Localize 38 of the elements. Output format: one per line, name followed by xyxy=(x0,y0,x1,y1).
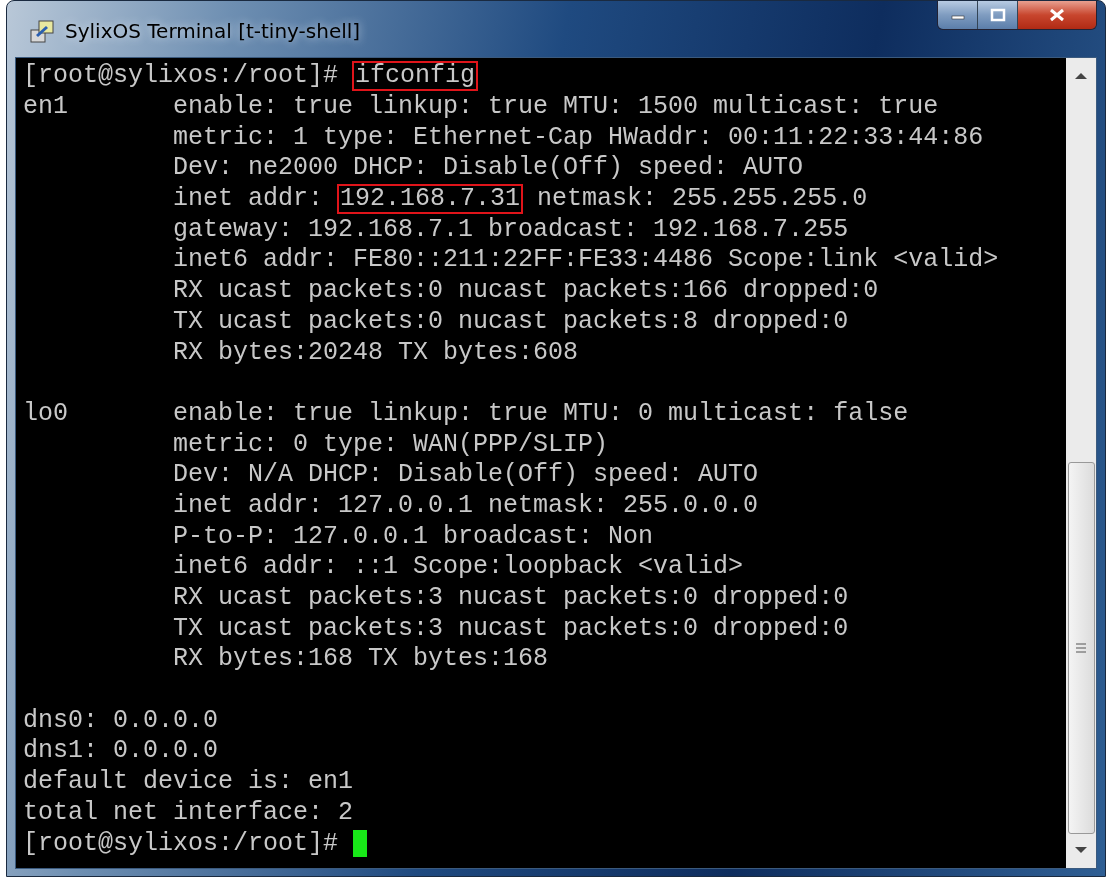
terminal-text: [root@sylixos:/root]# xyxy=(23,829,340,858)
maximize-icon xyxy=(989,8,1006,22)
terminal-text: [root@sylixos:/root]# xyxy=(23,62,340,91)
highlighted-text: ifconfig xyxy=(353,62,478,91)
terminal-text: inet6 addr: ::1 Scope:loopback <valid> xyxy=(172,553,744,582)
terminal-text: default device is: en1 xyxy=(23,768,354,797)
terminal-text: P-to-P: 127.0.0.1 broadcast: Non xyxy=(172,522,654,551)
scroll-down-arrow-icon[interactable] xyxy=(1074,846,1088,854)
terminal-text: Dev: ne2000 DHCP: Disable(Off) speed: AUTO xyxy=(172,154,804,183)
terminal-text: lo0 enable: true linkup: true MTU: 0 multicast: false xyxy=(23,399,909,428)
terminal-text: inet addr: 127.0.0.1 netmask: 255.0.0.0 xyxy=(172,491,759,520)
terminal-text: TX ucast packets:0 nucast packets:8 dropped:0 xyxy=(172,307,849,336)
terminal-text: RX ucast packets:3 nucast packets:0 dropped:0 xyxy=(172,584,849,613)
terminal-app-icon xyxy=(29,18,57,46)
terminal-text: RX bytes:168 TX bytes:168 xyxy=(172,645,549,674)
scrollbar[interactable] xyxy=(1066,58,1096,868)
terminal-text: RX bytes:20248 TX bytes:608 xyxy=(172,338,579,367)
terminal-text: metric: 1 type: Ethernet-Cap HWaddr: 00:11:22:33:44:86 xyxy=(172,123,984,152)
maximize-button[interactable] xyxy=(978,1,1018,29)
terminal-text: RX ucast packets:0 nucast packets:166 dropped:0 xyxy=(172,277,879,306)
terminal-text: inet addr: xyxy=(172,185,325,214)
window-title: SylixOS Terminal [t-tiny-shell] xyxy=(65,19,361,43)
terminal-text: netmask: 255.255.255.0 xyxy=(536,185,868,214)
terminal-text: TX ucast packets:3 nucast packets:0 dropped:0 xyxy=(172,614,849,643)
scrollbar-thumb[interactable] xyxy=(1067,462,1095,834)
terminal-text: inet6 addr: FE80::211:22FF:FE33:4486 Scope:link <valid> xyxy=(172,246,999,275)
scroll-up-arrow-icon[interactable] xyxy=(1074,72,1088,80)
terminal-text: total net interface: 2 xyxy=(23,798,354,827)
close-icon xyxy=(1048,8,1066,22)
close-button[interactable] xyxy=(1018,1,1096,29)
minimize-button[interactable] xyxy=(938,1,978,29)
terminal-text: dns1: 0.0.0.0 xyxy=(23,737,219,766)
terminal-text: en1 enable: true linkup: true MTU: 1500 multicast: true xyxy=(23,93,939,122)
terminal-text: dns0: 0.0.0.0 xyxy=(23,706,219,735)
highlighted-text: 192.168.7.31 xyxy=(338,185,523,214)
terminal-text: metric: 0 type: WAN(PPP/SLIP) xyxy=(172,430,609,459)
terminal-text: Dev: N/A DHCP: Disable(Off) speed: AUTO xyxy=(172,461,759,490)
terminal-text: gateway: 192.168.7.1 broadcast: 192.168.7.255 xyxy=(172,215,849,244)
